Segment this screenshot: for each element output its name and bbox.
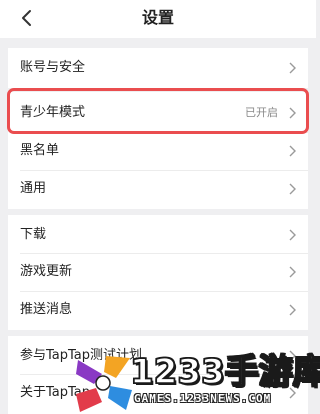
settings-item-label: 推送消息 — [20, 302, 73, 317]
page-title: 设置 — [141, 8, 174, 27]
settings-item-label: 账号与安全 — [20, 60, 86, 75]
chevron-right-icon — [288, 304, 296, 316]
highlight-box — [7, 88, 309, 134]
settings-item-download[interactable]: 下载 — [8, 216, 308, 254]
settings-item-general[interactable]: 通用 — [8, 170, 308, 208]
chevron-right-icon — [288, 145, 296, 157]
settings-item-push-messages[interactable]: 推送消息 — [8, 291, 308, 329]
watermark: 1233手游库 GAMES.1233NEWS.COM — [72, 350, 320, 414]
chevron-right-icon — [288, 62, 296, 74]
watermark-url: GAMES.1233NEWS.COM — [134, 392, 272, 405]
settings-item-label: 下载 — [20, 227, 47, 242]
settings-item-label: 游戏更新 — [20, 264, 73, 279]
settings-item-label: 黑名单 — [20, 143, 60, 158]
chevron-right-icon — [288, 183, 296, 195]
settings-group-downloads: 下载 游戏更新 推送消息 — [8, 215, 308, 330]
settings-item-blacklist[interactable]: 黑名单 — [8, 132, 308, 170]
watermark-title: 1233手游库 — [129, 351, 320, 393]
header: 设置 — [0, 0, 316, 38]
settings-item-game-update[interactable]: 游戏更新 — [8, 253, 308, 291]
watermark-logo-icon — [76, 356, 132, 412]
settings-item-account-security[interactable]: 账号与安全 — [8, 49, 308, 87]
settings-item-label: 通用 — [20, 181, 47, 196]
chevron-right-icon — [288, 266, 296, 278]
settings-group-account: 账号与安全 — [8, 48, 308, 88]
chevron-right-icon — [288, 229, 296, 241]
